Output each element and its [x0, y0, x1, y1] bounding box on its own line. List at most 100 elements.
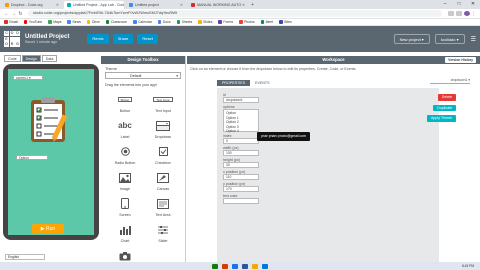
new-project-dropdown[interactable]: New project ▾: [393, 34, 430, 44]
taskbar-app-icon[interactable]: [222, 263, 228, 269]
browser-menu-icon[interactable]: ⋮: [470, 11, 477, 17]
reset-button[interactable]: Reset: [137, 34, 158, 44]
widget-button[interactable]: Button Button: [108, 90, 142, 114]
minimize-icon[interactable]: –: [438, 0, 452, 9]
widget-canvas[interactable]: Canvas: [146, 168, 180, 192]
language-select[interactable]: English: [5, 254, 45, 260]
widget-image[interactable]: Image: [108, 168, 142, 192]
widget-label: Chart: [120, 239, 130, 243]
widget-chart[interactable]: Chart: [108, 220, 142, 244]
bookmark-item[interactable]: YouTube: [23, 20, 43, 24]
close-tab-icon[interactable]: ✕: [242, 3, 245, 7]
extension-icon[interactable]: [448, 11, 454, 16]
width-input[interactable]: 100: [223, 150, 259, 156]
x-position-input[interactable]: 110: [223, 174, 259, 180]
theme-select[interactable]: Default ▾: [105, 72, 181, 79]
bookmark-item[interactable]: Classroom: [105, 20, 127, 24]
widget-grid: Button Button Text Input Text Input abc Lab…: [101, 90, 185, 270]
taskbar-app-icon[interactable]: [242, 263, 248, 269]
bookmark-item[interactable]: Sites: [279, 20, 292, 24]
bookmark-item[interactable]: Photos: [239, 20, 255, 24]
height-input[interactable]: 30: [223, 162, 259, 168]
text-color-input[interactable]: [223, 198, 259, 204]
widget-dropdown[interactable]: Dropdown: [146, 116, 180, 140]
widget-label: Image: [120, 187, 130, 191]
bookmark-item[interactable]: Maps: [48, 20, 61, 24]
code-mode-button[interactable]: Code: [4, 55, 21, 62]
action-buttons: Delete Duplicate Apply Theme: [427, 94, 457, 126]
widget-checkbox[interactable]: Checkbox: [146, 142, 180, 166]
delete-button[interactable]: Delete: [437, 94, 457, 101]
code-org-logo[interactable]: CODEORG: [4, 31, 20, 47]
screen-select[interactable]: screen1 ▾: [13, 75, 43, 80]
widget-text-input[interactable]: Text Input Text Input: [146, 90, 180, 114]
bookmark-item[interactable]: News: [67, 20, 81, 24]
header-right: New project ▾ kcollado ▾ ☰: [389, 34, 476, 44]
checklist-clipboard-image[interactable]: [23, 94, 75, 146]
canvas-icon: [157, 172, 169, 183]
element-select[interactable]: dropdown1 ▾: [430, 78, 470, 84]
close-window-icon[interactable]: ✕: [466, 0, 480, 9]
account-dropdown[interactable]: kcollado ▾: [434, 34, 465, 44]
window-controls: – □ ✕: [438, 0, 480, 9]
duplicate-button[interactable]: Duplicate: [433, 104, 457, 111]
widget-screen[interactable]: Screen: [108, 194, 142, 218]
tab-events[interactable]: EVENTS: [250, 80, 274, 86]
options-textarea[interactable]: Option Option 1 Option 2 Option 3 Option…: [223, 109, 259, 133]
data-mode-button[interactable]: Data: [41, 55, 58, 62]
share-button[interactable]: Share: [112, 34, 134, 44]
tab-properties[interactable]: PROPERTIES: [217, 80, 251, 86]
taskbar-app-icon[interactable]: [252, 263, 258, 269]
widget-slider[interactable]: Slider: [146, 220, 180, 244]
reload-icon[interactable]: ↻: [17, 11, 24, 17]
id-input[interactable]: dropdown1: [223, 97, 259, 103]
dropdown-icon: [156, 120, 170, 131]
y-position-input[interactable]: 170: [223, 186, 259, 192]
browser-tab[interactable]: MANUAL WORKING AUTO ✕: [188, 1, 248, 9]
taskbar-app-icon[interactable]: [212, 263, 218, 269]
back-icon[interactable]: ←: [3, 11, 10, 17]
app-dropdown[interactable]: Option: [16, 155, 48, 160]
new-tab-button[interactable]: +: [251, 1, 254, 9]
widget-text-area[interactable]: Text Area: [146, 194, 180, 218]
autocomplete-tooltip: pnar pnaro pnaro@gmail.com: [257, 132, 310, 141]
browser-tab[interactable]: Untitled project ✕: [126, 1, 186, 9]
remix-button[interactable]: Remix: [87, 34, 109, 44]
project-save-status: Saved 1 minute ago: [25, 40, 57, 44]
design-mode-button[interactable]: Design: [21, 55, 41, 62]
widget-label[interactable]: abc Label: [108, 116, 142, 140]
version-history-button[interactable]: Version History: [445, 57, 476, 63]
radio-icon: [120, 147, 130, 156]
bookmark-favicon-icon: [260, 20, 265, 24]
bookmark-item[interactable]: Calendar: [133, 20, 152, 24]
bookmark-item[interactable]: Forms: [218, 20, 233, 24]
app-screen[interactable]: screen1 ▾ Option: [8, 69, 94, 235]
bookmark-favicon-icon: [239, 20, 243, 24]
extension-icon[interactable]: [456, 11, 462, 16]
apply-theme-button[interactable]: Apply Theme: [427, 115, 457, 122]
bookmark-item[interactable]: Slides: [198, 20, 212, 24]
index-input[interactable]: 0: [223, 138, 259, 144]
bookmark-item[interactable]: Drive: [86, 20, 100, 24]
bookmark-item[interactable]: Docs: [157, 20, 171, 24]
browser-tab[interactable]: Dropbox - Code.org ✕: [2, 1, 62, 9]
url-input[interactable]: studio.code.org/projects/applab/7FmbE0b-…: [28, 10, 442, 17]
taskbar-app-icon[interactable]: [262, 263, 268, 269]
bookmark-label: YouTube: [28, 20, 43, 24]
bookmark-item[interactable]: Meet: [260, 20, 273, 24]
logo-letter: G: [15, 42, 20, 47]
bookmark-item[interactable]: Gmail: [4, 20, 18, 24]
logo-letter: O: [9, 31, 15, 36]
taskbar-app-icon[interactable]: [232, 263, 238, 269]
widget-label: Dropdown: [154, 135, 172, 139]
run-button[interactable]: ▶ Run: [32, 224, 64, 234]
forward-icon[interactable]: →: [10, 11, 17, 17]
tab-favicon-icon: [129, 3, 133, 7]
browser-tab[interactable]: Untitled Project - App Lab - Code.org✕: [64, 1, 124, 9]
widget-radio-button[interactable]: Radio Button: [108, 142, 142, 166]
maximize-icon[interactable]: □: [452, 0, 466, 9]
menu-icon[interactable]: ☰: [471, 36, 476, 43]
bookmark-item[interactable]: Sheets: [176, 20, 192, 24]
close-tab-icon[interactable]: ✕: [180, 3, 183, 7]
close-tab-icon[interactable]: ✕: [56, 3, 59, 7]
